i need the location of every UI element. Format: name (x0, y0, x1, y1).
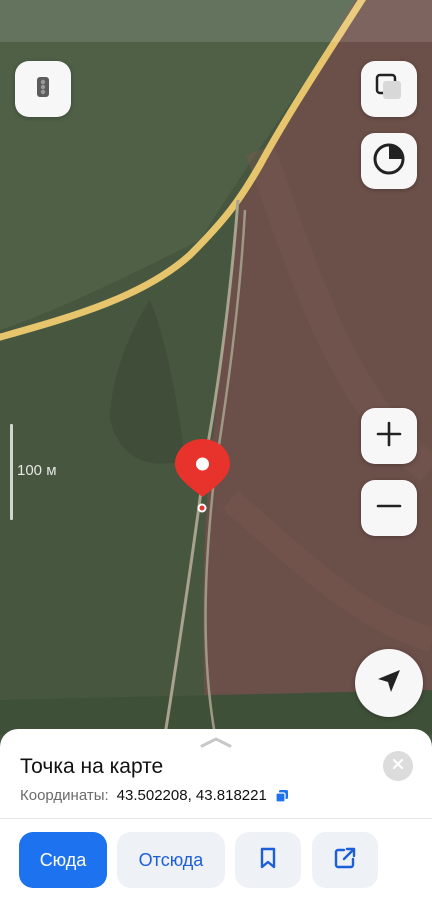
coordinates-row: Координаты: 43.502208, 43.818221 (20, 787, 289, 804)
route-here-button[interactable]: Сюда (19, 832, 107, 888)
layers-button[interactable] (361, 61, 417, 117)
place-title: Точка на карте (20, 755, 164, 778)
bookmark-button[interactable] (235, 832, 301, 888)
minus-icon (376, 493, 402, 524)
copy-icon[interactable] (275, 789, 289, 803)
layers-icon (374, 72, 404, 107)
bookmark-icon (259, 847, 277, 874)
compass-icon (372, 142, 406, 181)
coordinates-label: Координаты: (20, 787, 109, 804)
close-button[interactable] (383, 751, 413, 781)
share-icon (334, 847, 356, 874)
traffic-button[interactable] (15, 61, 71, 117)
route-from-button[interactable]: Отсюда (117, 832, 225, 888)
my-location-button[interactable] (355, 649, 423, 717)
zoom-in-button[interactable] (361, 408, 417, 464)
location-pin-icon[interactable] (174, 437, 231, 499)
divider (0, 818, 432, 819)
plus-icon (376, 421, 402, 452)
coordinates-value[interactable]: 43.502208, 43.818221 (117, 787, 267, 804)
scale-bar (10, 424, 13, 520)
zoom-out-button[interactable] (361, 480, 417, 536)
close-icon (392, 757, 404, 775)
navigation-arrow-icon (375, 667, 403, 700)
sheet-handle-icon[interactable] (199, 736, 233, 748)
point-marker-icon (197, 503, 207, 513)
traffic-light-icon (33, 75, 53, 104)
scale-label: 100 м (17, 462, 57, 479)
compass-button[interactable] (361, 133, 417, 189)
share-button[interactable] (312, 832, 378, 888)
